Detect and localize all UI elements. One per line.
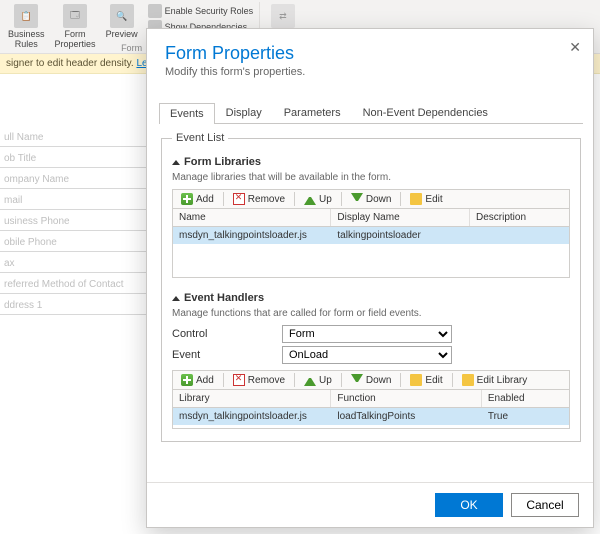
cancel-button[interactable]: Cancel — [511, 493, 579, 517]
libs-row[interactable]: msdyn_talkingpointsloader.js talkingpoin… — [173, 227, 569, 244]
caret-icon — [172, 296, 180, 301]
remove-icon — [233, 374, 245, 386]
event-handlers-desc: Manage functions that are called for for… — [172, 308, 570, 319]
handlers-col-lib[interactable]: Library — [173, 390, 331, 407]
security-icon — [148, 4, 162, 18]
handlers-down-button[interactable]: Down — [347, 373, 396, 387]
edit-icon — [410, 374, 422, 386]
libs-col-desc[interactable]: Description — [470, 209, 569, 226]
bg-field: referred Method of Contact — [0, 273, 160, 294]
up-icon — [304, 374, 316, 386]
handlers-grid: Library Function Enabled msdyn_talkingpo… — [172, 389, 570, 429]
libs-edit-button[interactable]: Edit — [406, 192, 446, 206]
merge-icon: ⇄ — [271, 4, 295, 28]
bg-field: ob Title — [0, 147, 160, 168]
background-form: ull Name ob Title ompany Name mail usine… — [0, 86, 160, 315]
preview-icon: 🔍 — [110, 4, 134, 28]
control-label: Control — [172, 328, 282, 340]
tab-parameters[interactable]: Parameters — [273, 102, 352, 123]
preview-label: Preview — [106, 29, 138, 39]
bg-field: ompany Name — [0, 168, 160, 189]
add-icon — [181, 374, 193, 386]
handlers-edit-library-button[interactable]: Edit Library — [458, 373, 532, 387]
tab-display[interactable]: Display — [215, 102, 273, 123]
down-icon — [351, 193, 363, 205]
bg-field: ull Name — [0, 126, 160, 147]
dialog-scroll[interactable]: Events Display Parameters Non-Event Depe… — [159, 86, 589, 482]
event-label: Event — [172, 349, 282, 361]
library-icon — [462, 374, 474, 386]
rules-icon: 📋 — [14, 4, 38, 28]
handlers-add-button[interactable]: Add — [177, 373, 218, 387]
libs-remove-button[interactable]: Remove — [229, 192, 289, 206]
libs-toolbar: Add Remove Up Down Edit — [172, 189, 570, 208]
handlers-remove-button[interactable]: Remove — [229, 373, 289, 387]
properties-icon: 🗔 — [63, 4, 87, 28]
handlers-col-enabled[interactable]: Enabled — [482, 390, 569, 407]
handlers-edit-button[interactable]: Edit — [406, 373, 446, 387]
form-libraries-desc: Manage libraries that will be available … — [172, 172, 570, 183]
tab-non-event-deps[interactable]: Non-Event Dependencies — [352, 102, 499, 123]
libs-up-button[interactable]: Up — [300, 192, 336, 206]
caret-icon — [172, 160, 180, 165]
bg-field: usiness Phone — [0, 210, 160, 231]
dialog-footer: OK Cancel — [147, 482, 593, 527]
handlers-row[interactable]: msdyn_talkingpointsloader.js loadTalking… — [173, 408, 569, 425]
dialog-title: Form Properties — [165, 43, 575, 64]
handlers-toolbar: Add Remove Up Down Edit Edit Library — [172, 370, 570, 389]
handlers-up-button[interactable]: Up — [300, 373, 336, 387]
event-list-fieldset: Event List Form Libraries Manage librari… — [161, 132, 581, 442]
event-handlers-toggle[interactable]: Event Handlers — [172, 292, 570, 304]
dialog-subtitle: Modify this form's properties. — [165, 66, 575, 78]
tab-events[interactable]: Events — [159, 103, 215, 124]
handlers-col-func[interactable]: Function — [331, 390, 481, 407]
bg-field: obile Phone — [0, 231, 160, 252]
bg-field: mail — [0, 189, 160, 210]
down-icon — [351, 374, 363, 386]
event-list-legend: Event List — [172, 132, 228, 144]
enable-security-button[interactable]: Enable Security Roles — [148, 4, 254, 18]
remove-icon — [233, 193, 245, 205]
up-icon — [304, 193, 316, 205]
edit-icon — [410, 193, 422, 205]
libs-add-button[interactable]: Add — [177, 192, 218, 206]
control-select[interactable]: Form — [282, 325, 452, 343]
libs-col-display[interactable]: Display Name — [331, 209, 470, 226]
libs-col-name[interactable]: Name — [173, 209, 331, 226]
close-button[interactable]: ✕ — [569, 39, 581, 56]
libs-down-button[interactable]: Down — [347, 192, 396, 206]
bg-field: ddress 1 — [0, 294, 160, 315]
event-select[interactable]: OnLoad — [282, 346, 452, 364]
libs-grid: Name Display Name Description msdyn_talk… — [172, 208, 570, 278]
form-libraries-toggle[interactable]: Form Libraries — [172, 156, 570, 168]
ok-button[interactable]: OK — [435, 493, 503, 517]
form-properties-dialog: ✕ Form Properties Modify this form's pro… — [146, 28, 594, 528]
tab-strip: Events Display Parameters Non-Event Depe… — [159, 102, 583, 124]
dialog-header: Form Properties Modify this form's prope… — [147, 29, 593, 86]
bg-field: ax — [0, 252, 160, 273]
add-icon — [181, 193, 193, 205]
